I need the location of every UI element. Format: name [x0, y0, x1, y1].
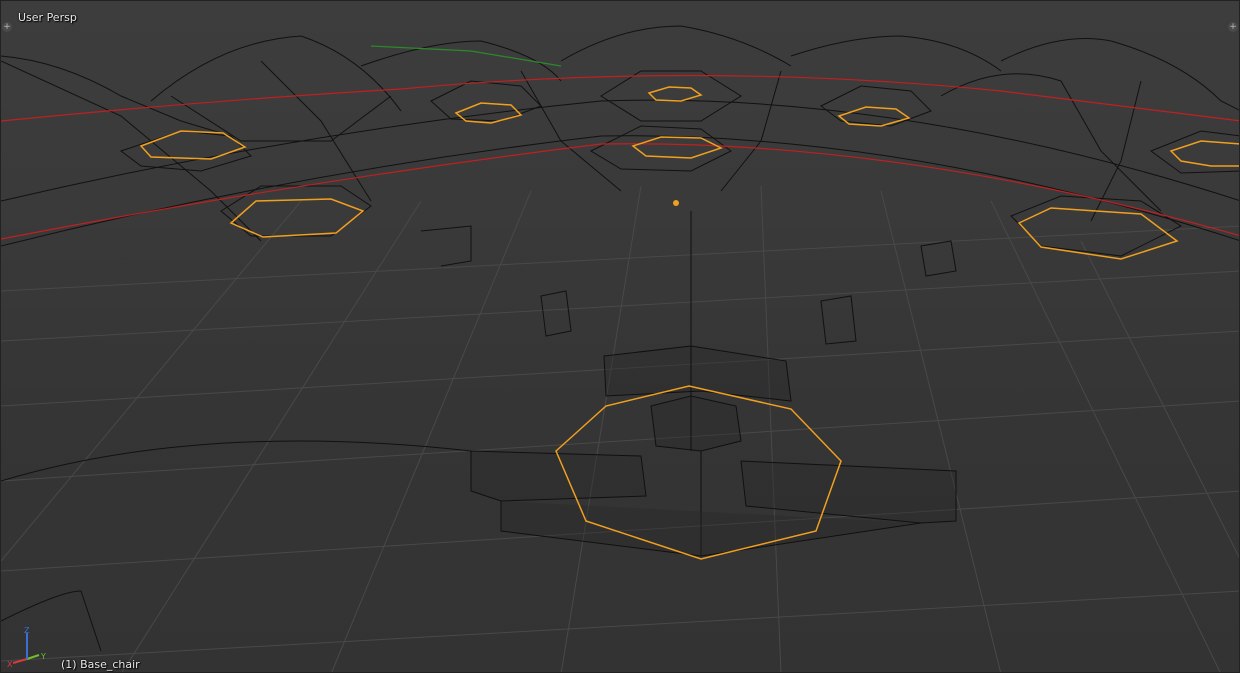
x-axis-label: X	[7, 660, 13, 669]
axis-gizmo-icon: X Y Z	[7, 627, 46, 669]
z-axis-label: Z	[24, 627, 30, 635]
plus-icon[interactable]: +	[2, 22, 12, 32]
wireframe-scene[interactable]	[1, 1, 1240, 673]
plus-icon[interactable]: +	[1228, 22, 1238, 32]
origin-dot-icon[interactable]	[673, 200, 679, 206]
view-name-label: User Persp	[18, 11, 77, 24]
active-object-label: (1) Base_chair	[61, 658, 140, 671]
floor-grid	[1, 185, 1239, 672]
y-axis-line	[370, 45, 562, 67]
y-axis-label: Y	[40, 652, 46, 661]
3d-viewport[interactable]: User Persp + + X Y Z (1) Base_chair	[0, 0, 1240, 673]
